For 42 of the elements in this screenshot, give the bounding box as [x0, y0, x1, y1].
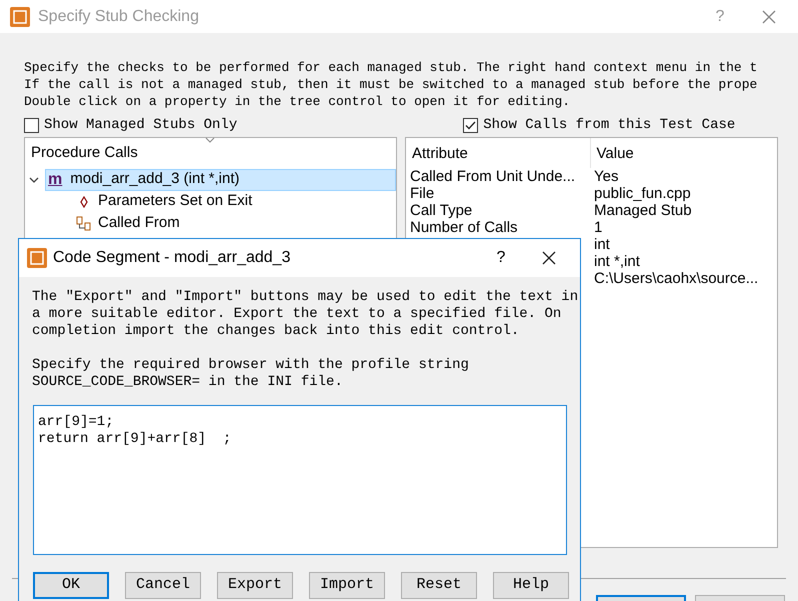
instruction-text: If the call is not a managed stub, then it must be switched to a managed stub before the prope: [24, 76, 758, 93]
table-cell-text: File: [409, 184, 436, 202]
call-link-icon: [76, 216, 92, 232]
checkbox-label: Show Managed Stubs Only: [44, 117, 238, 134]
table-cell: Called From Unit Unde...: [406, 168, 590, 184]
close-icon[interactable]: [542, 251, 556, 265]
checkbox[interactable]: [463, 118, 478, 133]
checkbox[interactable]: [24, 118, 39, 133]
chevron-down-icon[interactable]: [29, 174, 39, 184]
method-icon: m: [48, 168, 62, 192]
instruction-text: The ″Export″ and ″Import″ buttons may be used to edit the text in a more suitable editor. Export the text to a specified file. On completion import the changes back into this edit control.: [32, 289, 580, 340]
dialog-button[interactable]: Cancel: [125, 572, 201, 598]
code-editor[interactable]: arr[9]=1; return arr[9]+arr[8] ;: [33, 405, 567, 555]
sort-icon: [205, 137, 215, 144]
app-icon: [10, 6, 30, 26]
table-cell-text: C:\Users\caohx\source...: [593, 270, 760, 286]
tree-item[interactable]: Called From: [75, 212, 181, 234]
checkbox-label: Show Calls from this Test Case: [483, 117, 736, 134]
tree-header: Procedure Calls: [30, 143, 139, 163]
dialog-title: Code Segment - modi_arr_add_3: [53, 248, 292, 268]
column-header[interactable]: Value: [590, 138, 777, 168]
table-cell-text: Managed Stub: [593, 202, 693, 218]
table-cell-text: Number of Calls: [409, 218, 519, 236]
table-cell-text: public_fun.cpp: [593, 184, 692, 202]
help-button[interactable]: ?: [472, 246, 530, 270]
table-cell-text: Call Type: [409, 202, 474, 218]
window-title: Specify Stub Checking: [38, 6, 200, 26]
table-cell: 1: [590, 218, 777, 236]
column-header[interactable]: Attribute: [406, 138, 590, 168]
dialog-button[interactable]: Reset: [401, 572, 477, 598]
dialog-button[interactable]: OK: [33, 572, 109, 598]
table-cell-text: int *,int: [593, 252, 641, 270]
tree-item[interactable]: Parameters Set on Exit: [75, 190, 254, 212]
app-icon: [27, 248, 47, 268]
dialog-button[interactable]: Import: [309, 572, 385, 598]
instruction-text: Double click on a property in the tree control to open it for editing.: [24, 93, 572, 110]
dialog-button[interactable]: Help: [493, 572, 569, 598]
instruction-text: Specify the checks to be performed for each managed stub. The right hand context menu in the t: [24, 59, 758, 76]
table-cell: Yes: [590, 168, 777, 184]
dialog-button[interactable]: Export: [217, 572, 293, 598]
table-cell-text: int: [593, 236, 611, 252]
instruction-text: Specify the required browser with the profile string SOURCE_CODE_BROWSER= in the INI file.: [32, 357, 470, 391]
